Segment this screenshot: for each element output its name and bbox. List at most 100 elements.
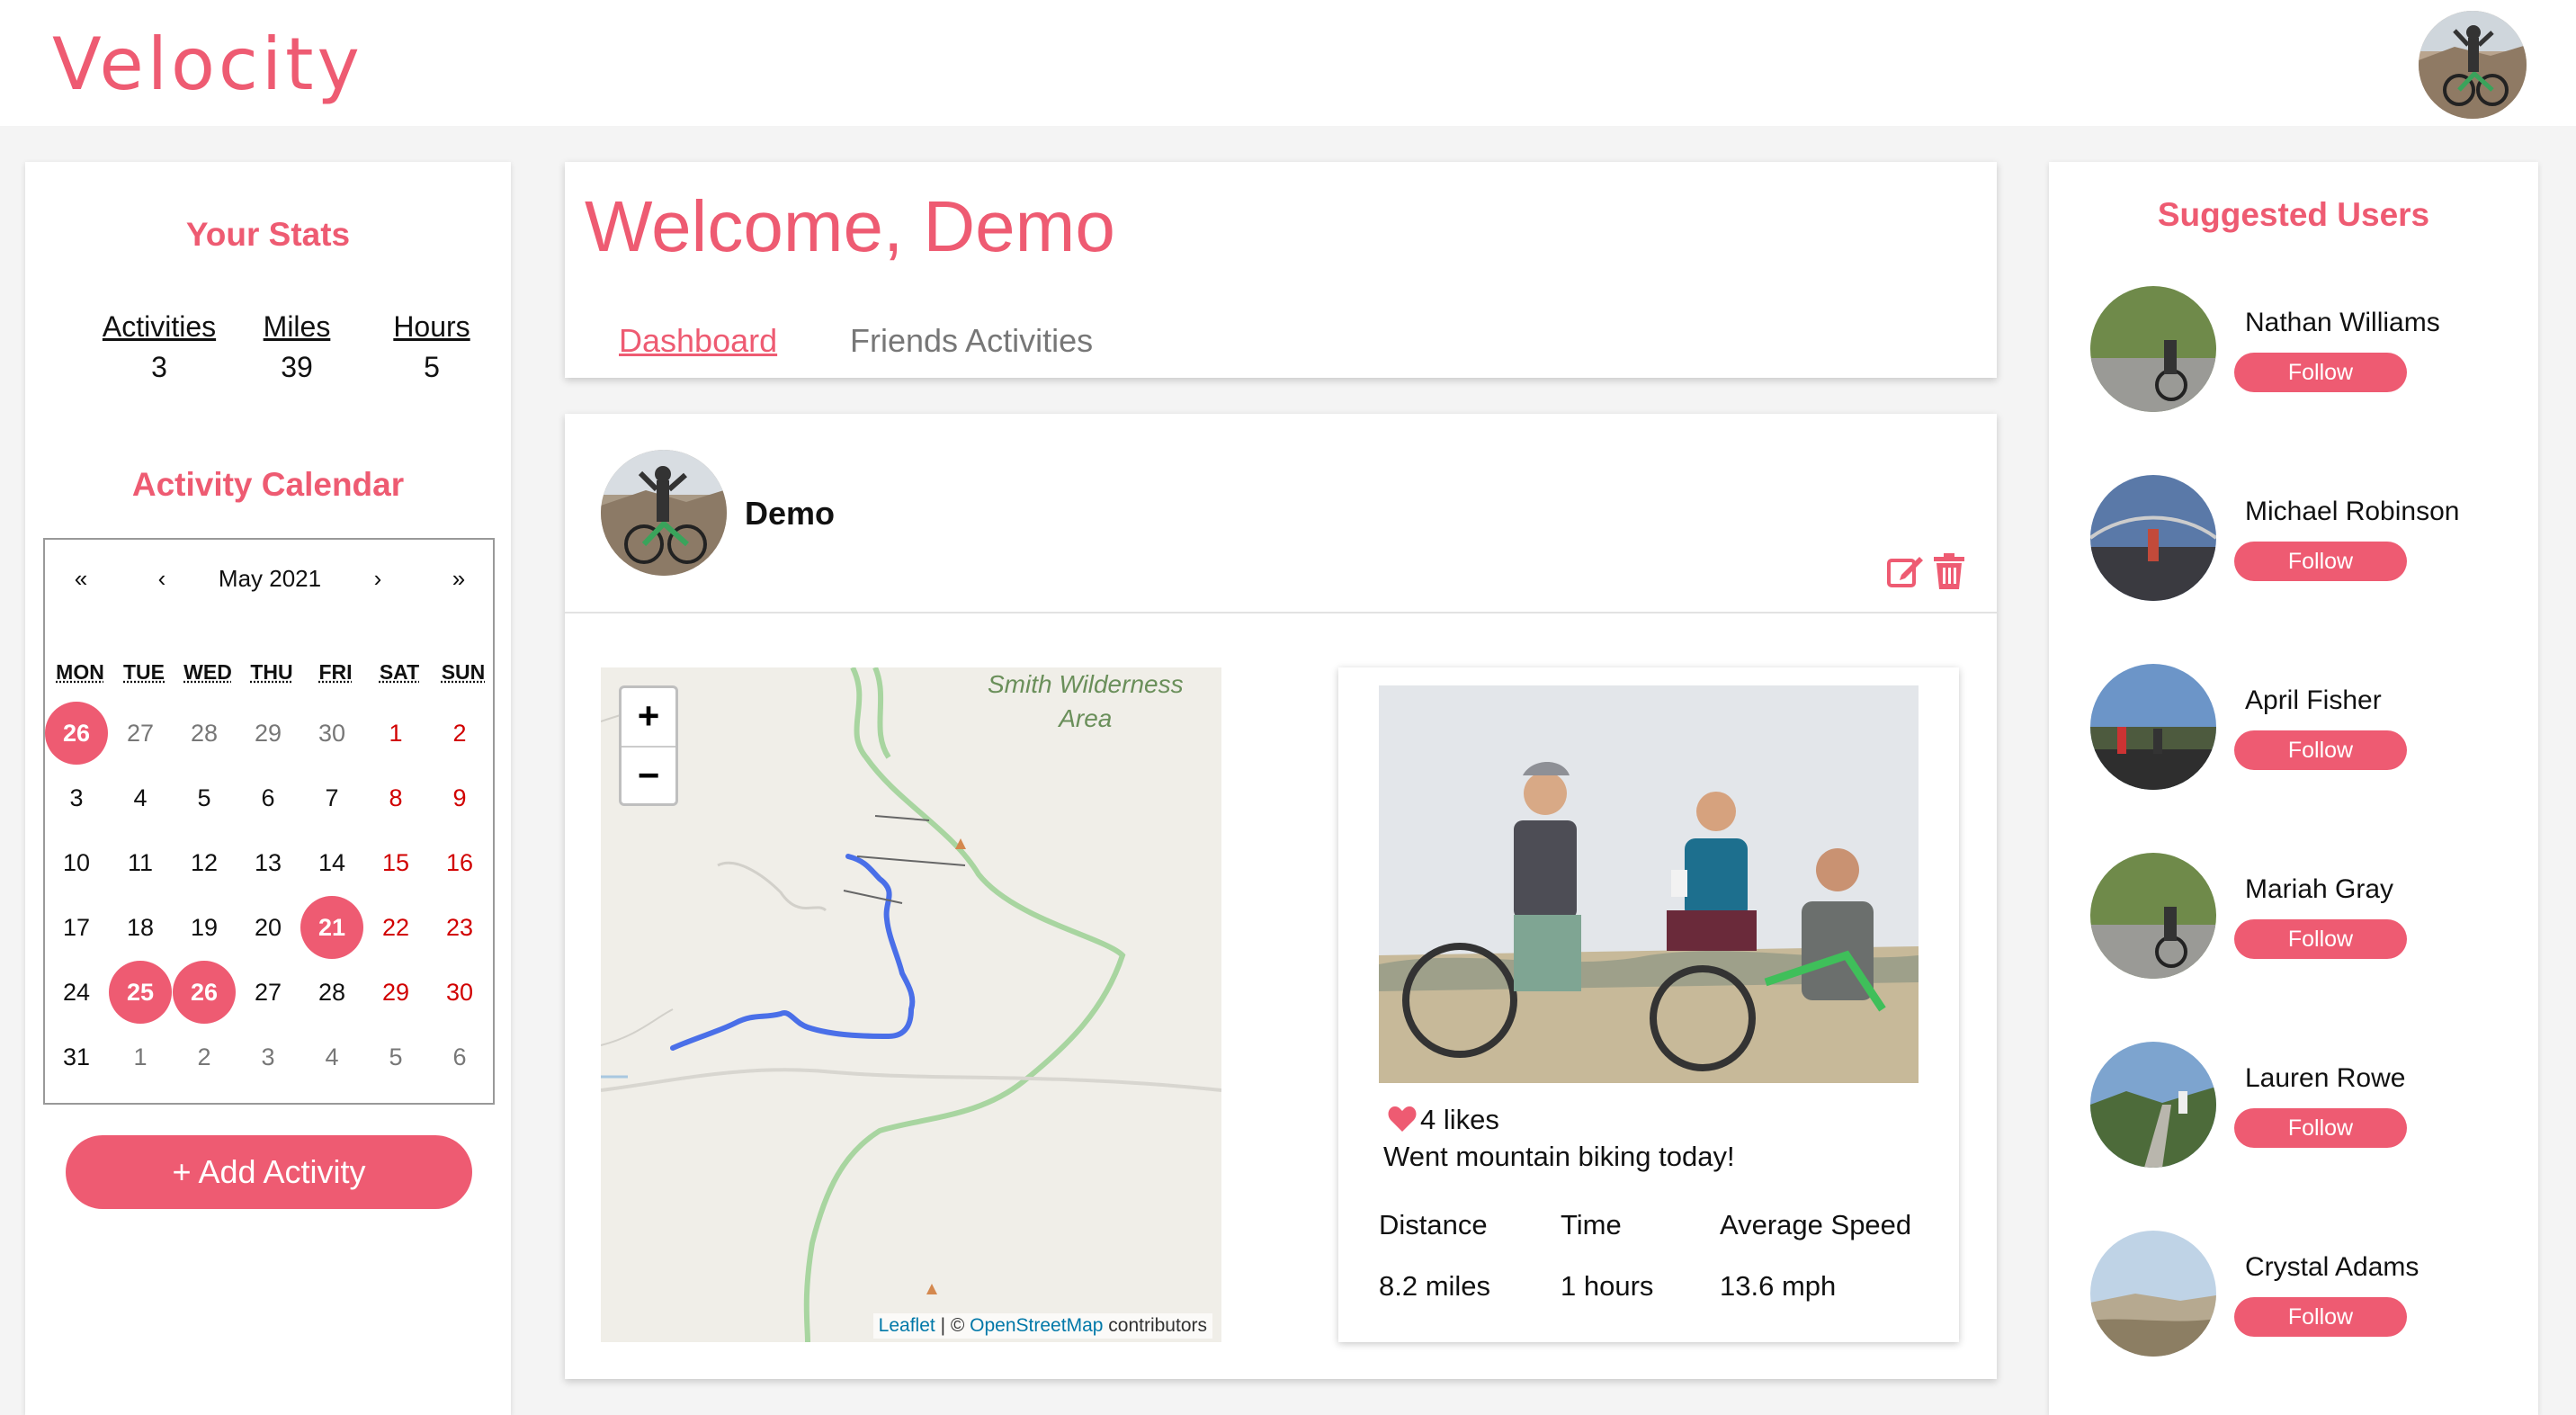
- calendar-day[interactable]: 23: [428, 896, 491, 959]
- calendar-day[interactable]: 29: [364, 961, 427, 1024]
- weekday-label: SAT: [379, 660, 420, 684]
- calendar-day[interactable]: 7: [300, 766, 363, 829]
- edit-icon[interactable]: [1887, 553, 1925, 594]
- suggested-user: Crystal Adams Follow: [2049, 1231, 2538, 1357]
- calendar-day[interactable]: 8: [364, 766, 427, 829]
- metric-value-distance: 8.2 miles: [1379, 1270, 1491, 1302]
- calendar-day[interactable]: 12: [173, 831, 236, 894]
- weekday-label: THU: [250, 660, 293, 684]
- weekday-label: MON: [56, 660, 104, 684]
- metric-value-speed: 13.6 mph: [1720, 1270, 1837, 1302]
- post-username[interactable]: Demo: [745, 495, 835, 533]
- suggested-user-name[interactable]: April Fisher: [2245, 685, 2515, 716]
- tab-dashboard[interactable]: Dashboard: [619, 322, 777, 360]
- activity-post: Demo Smith Wilderness Area + − Leaflet |…: [565, 414, 1997, 1379]
- zoom-in-button[interactable]: +: [622, 688, 675, 746]
- leaflet-link[interactable]: Leaflet: [879, 1315, 935, 1336]
- user-avatar[interactable]: [2419, 11, 2527, 119]
- calendar-day[interactable]: 14: [300, 831, 363, 894]
- osm-link[interactable]: OpenStreetMap: [970, 1315, 1103, 1336]
- calendar-day[interactable]: 5: [364, 1025, 427, 1088]
- calendar-day[interactable]: 3: [237, 1025, 300, 1088]
- stat-label: Hours: [393, 310, 470, 343]
- weekday-label: SUN: [441, 660, 486, 684]
- follow-button[interactable]: Follow: [2234, 353, 2407, 392]
- calendar-day[interactable]: 6: [428, 1025, 491, 1088]
- calendar-prev-year-button[interactable]: «: [63, 565, 99, 593]
- follow-button[interactable]: Follow: [2234, 730, 2407, 770]
- suggested-user: Nathan Williams Follow: [2049, 286, 2538, 412]
- attribution-tail: contributors: [1103, 1315, 1207, 1336]
- suggested-user-name[interactable]: Nathan Williams: [2245, 308, 2515, 338]
- calendar-day[interactable]: 4: [300, 1025, 363, 1088]
- metric-label-distance: Distance: [1379, 1209, 1488, 1240]
- follow-button[interactable]: Follow: [2234, 1108, 2407, 1148]
- route-map[interactable]: Smith Wilderness Area + − Leaflet | © Op…: [601, 667, 1221, 1342]
- suggested-user-name[interactable]: Mariah Gray: [2245, 874, 2515, 905]
- calendar-day[interactable]: 15: [364, 831, 427, 894]
- calendar-day[interactable]: 27: [109, 702, 172, 765]
- calendar-day[interactable]: 27: [237, 961, 300, 1024]
- calendar-day[interactable]: 22: [364, 896, 427, 959]
- zoom-out-button[interactable]: −: [622, 746, 675, 803]
- stat-hours[interactable]: Hours 5: [351, 310, 513, 384]
- calendar-day[interactable]: 16: [428, 831, 491, 894]
- trash-icon[interactable]: [1934, 553, 1964, 594]
- calendar-day[interactable]: 13: [237, 831, 300, 894]
- calendar-day[interactable]: 28: [300, 961, 363, 1024]
- velocity-logo[interactable]: Velocity: [52, 20, 363, 110]
- calendar-day[interactable]: 26: [45, 702, 108, 765]
- suggested-user-name[interactable]: Lauren Rowe: [2245, 1063, 2515, 1094]
- calendar-day[interactable]: 31: [45, 1025, 108, 1088]
- calendar-day[interactable]: 11: [109, 831, 172, 894]
- calendar-day[interactable]: 26: [173, 961, 236, 1024]
- calendar-day[interactable]: 19: [173, 896, 236, 959]
- calendar-month-label[interactable]: May 2021: [198, 565, 342, 593]
- calendar-day[interactable]: 21: [300, 896, 363, 959]
- attribution-separator: | ©: [935, 1315, 970, 1336]
- suggested-user-avatar[interactable]: [2090, 853, 2216, 979]
- calendar-day[interactable]: 3: [45, 766, 108, 829]
- tab-friends-activities[interactable]: Friends Activities: [850, 322, 1093, 360]
- calendar-day[interactable]: 24: [45, 961, 108, 1024]
- calendar-day[interactable]: 20: [237, 896, 300, 959]
- suggested-user-avatar[interactable]: [2090, 664, 2216, 790]
- suggested-user-avatar[interactable]: [2090, 475, 2216, 601]
- add-activity-button[interactable]: + Add Activity: [66, 1135, 472, 1209]
- heart-icon[interactable]: [1388, 1106, 1417, 1139]
- calendar-next-year-button[interactable]: »: [441, 565, 477, 593]
- top-bar: Velocity: [0, 0, 2576, 126]
- calendar-day[interactable]: 30: [428, 961, 491, 1024]
- follow-button[interactable]: Follow: [2234, 542, 2407, 581]
- calendar-day[interactable]: 25: [109, 961, 172, 1024]
- calendar-next-month-button[interactable]: ›: [360, 565, 396, 593]
- calendar-day[interactable]: 4: [109, 766, 172, 829]
- calendar-title: Activity Calendar: [131, 466, 405, 503]
- suggested-user: April Fisher Follow: [2049, 664, 2538, 790]
- suggested-user-avatar[interactable]: [2090, 286, 2216, 412]
- suggested-user-name[interactable]: Crystal Adams: [2245, 1252, 2515, 1283]
- calendar-day[interactable]: 6: [237, 766, 300, 829]
- post-avatar[interactable]: [601, 450, 727, 576]
- calendar-day[interactable]: 18: [109, 896, 172, 959]
- calendar-day[interactable]: 29: [237, 702, 300, 765]
- calendar-day[interactable]: 10: [45, 831, 108, 894]
- calendar-prev-month-button[interactable]: ‹: [144, 565, 180, 593]
- calendar-day[interactable]: 9: [428, 766, 491, 829]
- calendar-day[interactable]: 5: [173, 766, 236, 829]
- calendar-day[interactable]: 2: [173, 1025, 236, 1088]
- activity-photo[interactable]: [1379, 685, 1919, 1083]
- calendar-day[interactable]: 30: [300, 702, 363, 765]
- follow-button[interactable]: Follow: [2234, 919, 2407, 959]
- follow-button[interactable]: Follow: [2234, 1297, 2407, 1337]
- calendar-day[interactable]: 1: [364, 702, 427, 765]
- calendar-day[interactable]: 17: [45, 896, 108, 959]
- calendar-day[interactable]: 2: [428, 702, 491, 765]
- calendar-day[interactable]: 1: [109, 1025, 172, 1088]
- suggested-user-avatar[interactable]: [2090, 1231, 2216, 1357]
- suggested-user-avatar[interactable]: [2090, 1042, 2216, 1168]
- suggested-user-name[interactable]: Michael Robinson: [2245, 497, 2515, 527]
- metric-label-speed: Average Speed: [1720, 1209, 1912, 1240]
- suggested-user: Mariah Gray Follow: [2049, 853, 2538, 979]
- calendar-day[interactable]: 28: [173, 702, 236, 765]
